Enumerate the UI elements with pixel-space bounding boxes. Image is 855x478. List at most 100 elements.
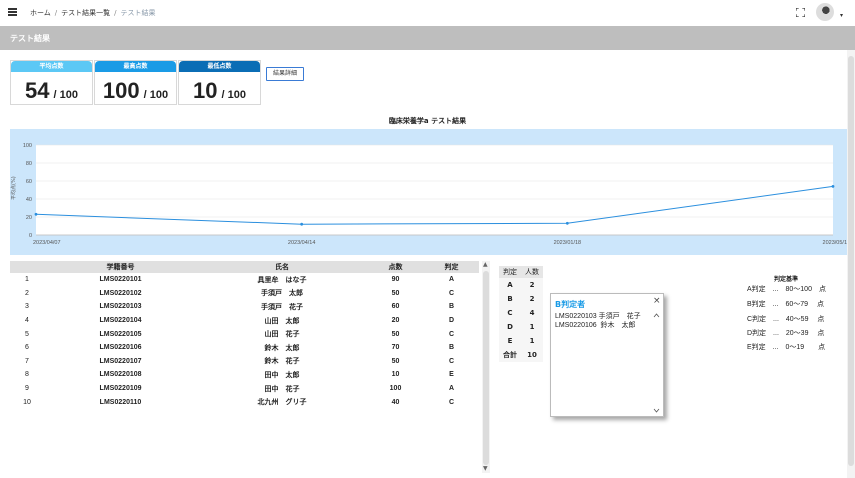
breadcrumb-home[interactable]: ホーム [30,9,51,17]
table-cell: 10 [391,371,400,379]
table-row[interactable]: 2 LMS0220102 手須戸 太郎 50 C [10,287,479,301]
table-cell: 1 [25,276,29,284]
table-cell: C [448,357,455,365]
summary-row[interactable]: E1 [499,334,543,348]
table-cell: 20 [391,317,400,325]
fullscreen-icon[interactable] [796,8,805,17]
x-tick-label: 2023/04/14 [288,240,316,246]
breadcrumb-test-results-list[interactable]: テスト結果一覧 [61,9,110,17]
summary-cell: 1 [521,320,543,334]
card-label: 最高点数 [95,61,176,72]
criteria-line-e: E判定 ... 0〜19 点 [747,344,826,351]
card-value: 100 [102,78,140,103]
table-cell: 田中 太郎 [264,371,300,379]
column-header: 判定 [424,261,479,273]
table-row[interactable]: 8 LMS0220108 田中 太郎 10 E [10,368,479,382]
table-cell: 90 [391,276,400,284]
result-detail-button[interactable]: 結果詳細 [266,67,304,81]
page-scrollbar[interactable] [847,50,855,478]
summary-cell: 1 [521,334,543,348]
column-header: 点数 [367,261,424,273]
table-row[interactable]: 7 LMS0220107 鈴木 花子 50 C [10,355,479,369]
scroll-up-icon[interactable]: ▲ [483,261,488,268]
results-table: 学籍番号 氏名 点数 判定 1 LMS0220101 具里牟 はな子 90 A 2 LMS0220… [10,261,493,473]
data-point[interactable] [831,185,835,188]
y-axis-label: 平均点(%) [11,176,17,200]
line-chart: 0 20 40 60 80 100 2023/04/07 2023/04/14 2023/01/… [23,143,847,246]
x-tick-label: 2023/04/07 [33,240,61,246]
table-cell: B [448,344,455,352]
summary-cell: B [499,292,521,306]
summary-row[interactable]: C4 [499,306,543,320]
column-header: 学籍番号 [44,261,197,273]
scroll-down-icon[interactable]: ▼ [483,465,488,472]
table-cell: 6 [25,344,29,352]
table-cell: 8 [25,371,29,379]
table-cell: 60 [391,303,400,311]
table-cell: LMS0220109 [99,385,142,393]
max-score-card: 最高点数 100/ 100 [94,60,177,105]
table-row[interactable]: 1 LMS0220101 具里牟 はな子 90 A [10,273,479,287]
table-row[interactable]: 9 LMS0220109 田中 花子 100 A [10,382,479,396]
table-cell: 50 [391,357,400,365]
scroll-thumb[interactable] [483,271,489,465]
summary-row[interactable]: A2 [499,278,543,292]
table-row[interactable]: 5 LMS0220105 山田 花子 50 C [10,327,479,341]
table-cell: E [449,371,454,379]
card-suffix: / 100 [143,89,169,101]
table-cell: 4 [25,317,29,325]
close-icon[interactable]: × [653,296,661,306]
popup-scrollbar[interactable] [652,312,661,414]
table-cell: 山田 太郎 [264,317,300,325]
table-cell: 手須戸 太郎 [261,290,303,298]
summary-cell: 2 [521,278,543,292]
criteria-line-a: A判定 ... 80〜100 点 [747,286,826,293]
avatar[interactable] [816,3,834,21]
table-cell: C [448,330,455,338]
criteria-line-c: C判定 ... 40〜59 点 [747,316,825,323]
scroll-thumb[interactable] [848,56,854,466]
summary-cell: 2 [521,292,543,306]
table-scrollbar[interactable]: ▲ ▼ [482,261,490,473]
table-cell: LMS0220103 [99,303,142,311]
table-cell: 40 [391,398,400,406]
y-tick-label: 40 [26,197,32,203]
popup-title: B判定者 [555,300,586,309]
table-cell: 2 [25,289,29,297]
y-tick-label: 80 [26,161,32,167]
table-cell: 9 [25,385,29,393]
table-cell: C [448,289,455,297]
card-suffix: / 100 [53,89,78,101]
criteria-line-b: B判定 ... 60〜79 点 [747,301,825,308]
summary-cell: C [499,306,521,320]
data-point[interactable] [300,222,304,226]
table-cell: LMS0220108 [99,371,142,379]
table-row[interactable]: 6 LMS0220106 鈴木 太郎 70 B [10,341,479,355]
page-header: テスト結果 [0,26,855,50]
table-cell: 田中 花子 [264,385,300,393]
summary-row[interactable]: 合計 10 [499,348,543,362]
min-score-card: 最低点数 10/ 100 [178,60,261,105]
chevron-down-icon[interactable]: ▾ [840,12,843,19]
summary-row[interactable]: B2 [499,292,543,306]
table-row[interactable]: 4 LMS0220104 山田 太郎 20 D [10,314,479,328]
popup-entries: LMS0220103 手須戸 花子 LMS0220106 鈴木 太郎 [555,313,641,329]
average-score-card: 平均点数 54/ 100 [10,60,93,105]
table-cell: LMS0220110 [99,398,142,406]
table-row[interactable]: 3 LMS0220103 手須戸 花子 60 B [10,300,479,314]
summary-cell: 4 [521,306,543,320]
hamburger-menu-icon[interactable] [8,8,17,16]
summary-row[interactable]: D1 [499,320,543,334]
table-cell: LMS0220106 [99,344,142,352]
data-point[interactable] [34,212,38,216]
table-row[interactable]: 10 LMS0220110 北九州 グリ子 40 C [10,395,479,409]
table-cell: 鈴木 太郎 [264,344,300,352]
data-point[interactable] [565,221,569,225]
table-cell: 3 [25,303,29,311]
table-cell: LMS0220105 [99,330,142,338]
table-cell: LMS0220107 [99,357,142,365]
table-cell: LMS0220101 [99,276,142,284]
summary-cell: 10 [521,348,543,362]
breadcrumb: ホーム / テスト結果一覧 / テスト結果 [30,9,156,17]
y-tick-label: 100 [23,143,32,149]
